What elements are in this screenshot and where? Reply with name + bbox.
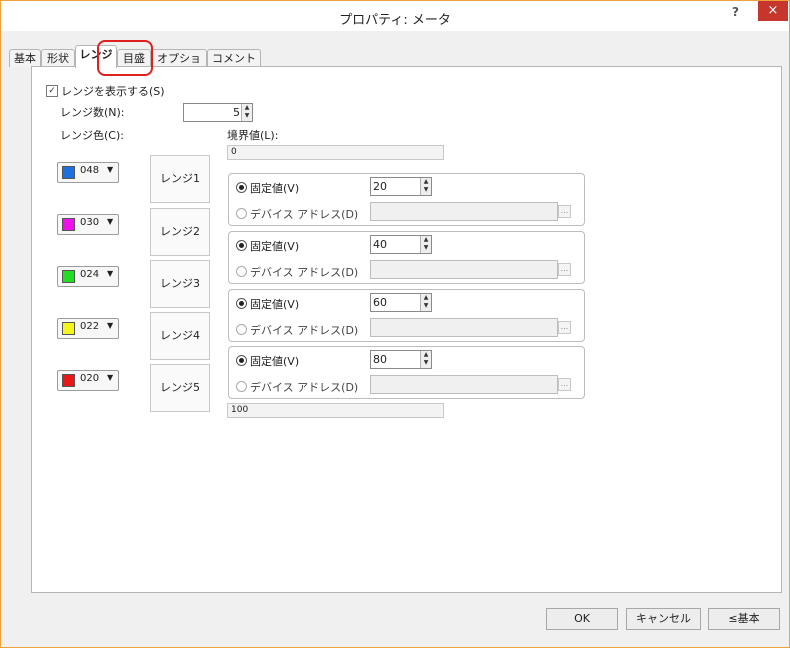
range3-color-code: 024 bbox=[80, 269, 100, 280]
close-button[interactable]: × bbox=[758, 1, 788, 21]
range4-fixed-stepper[interactable]: 80 ▲ ▼ bbox=[370, 350, 432, 369]
range5-color-code: 020 bbox=[80, 373, 100, 384]
range3-color-swatch bbox=[62, 270, 75, 283]
ok-button[interactable]: OK bbox=[546, 608, 618, 630]
spin-arrows-icon[interactable]: ▲ ▼ bbox=[241, 104, 252, 121]
range1-device-label: デバイス アドレス(D) bbox=[250, 208, 359, 221]
boundary-last-field: 100 bbox=[227, 403, 444, 418]
range4-color-code: 022 bbox=[80, 321, 100, 332]
range1-value-group: 固定値(V) 20 ▲ ▼ デバイス アドレス(D) ... bbox=[228, 173, 585, 226]
range2-fixed-stepper[interactable]: 40 ▲ ▼ bbox=[370, 235, 432, 254]
tab-basic[interactable]: 基本 bbox=[9, 49, 41, 67]
chevron-down-icon: ▼ bbox=[107, 321, 114, 330]
range2-value-group: 固定値(V) 40 ▲ ▼ デバイス アドレス(D) ... bbox=[228, 231, 585, 284]
range5-color-dropdown[interactable]: 020 ▼ bbox=[57, 370, 119, 391]
range3-fixed-value: 60 bbox=[373, 296, 387, 309]
range3-device-label: デバイス アドレス(D) bbox=[250, 324, 359, 337]
range2-device-address-field[interactable] bbox=[370, 260, 558, 279]
cancel-button[interactable]: キャンセル bbox=[626, 608, 701, 630]
range4-fixed-radio[interactable] bbox=[236, 355, 247, 366]
range2-fixed-label: 固定値(V) bbox=[250, 240, 300, 253]
range-count-stepper[interactable]: 5 ▲ ▼ bbox=[183, 103, 253, 122]
range3-fixed-stepper[interactable]: 60 ▲ ▼ bbox=[370, 293, 432, 312]
range5-color-swatch bbox=[62, 374, 75, 387]
range1-color-code: 048 bbox=[80, 165, 100, 176]
chevron-down-icon: ▼ bbox=[107, 373, 114, 382]
range3-fixed-radio[interactable] bbox=[236, 298, 247, 309]
tab-shape[interactable]: 形状 bbox=[41, 49, 75, 67]
range4-device-label: デバイス アドレス(D) bbox=[250, 381, 359, 394]
boundary-header: 境界値(L): bbox=[227, 129, 279, 142]
range2-color-swatch bbox=[62, 218, 75, 231]
range-count-value: 5 bbox=[233, 106, 240, 119]
boundary-first-field: 0 bbox=[227, 145, 444, 160]
range4-value-group: 固定値(V) 80 ▲ ▼ デバイス アドレス(D) ... bbox=[228, 346, 585, 399]
dialog-client: 基本 形状 レンジ 目盛 オプション コメント ✓ レンジを表示する(S) レン… bbox=[1, 31, 789, 647]
spin-arrows-icon[interactable]: ▲ ▼ bbox=[420, 236, 431, 253]
chevron-down-icon: ▼ bbox=[107, 165, 114, 174]
basic-button[interactable]: ≤基本 bbox=[708, 608, 780, 630]
range4-device-address-field[interactable] bbox=[370, 375, 558, 394]
show-range-checkbox[interactable]: ✓ bbox=[46, 85, 58, 97]
window-title: プロパティ: メータ bbox=[339, 13, 451, 28]
range1-color-dropdown[interactable]: 048 ▼ bbox=[57, 162, 119, 183]
title-bar: プロパティ: メータ ? × bbox=[1, 1, 789, 31]
range-color-header: レンジ色(C): bbox=[60, 129, 124, 142]
range3-device-radio[interactable] bbox=[236, 324, 247, 335]
range1-fixed-value: 20 bbox=[373, 180, 387, 193]
spin-arrows-icon[interactable]: ▲ ▼ bbox=[420, 294, 431, 311]
range3-label-box: レンジ3 bbox=[150, 260, 210, 308]
range2-label-box: レンジ2 bbox=[150, 208, 210, 256]
chevron-down-icon: ▼ bbox=[107, 217, 114, 226]
range3-browse-button[interactable]: ... bbox=[558, 321, 571, 334]
range3-fixed-label: 固定値(V) bbox=[250, 298, 300, 311]
help-button[interactable]: ? bbox=[732, 5, 739, 19]
range1-color-swatch bbox=[62, 166, 75, 179]
range1-fixed-label: 固定値(V) bbox=[250, 182, 300, 195]
range2-color-code: 030 bbox=[80, 217, 100, 228]
range2-color-dropdown[interactable]: 030 ▼ bbox=[57, 214, 119, 235]
range3-device-address-field[interactable] bbox=[370, 318, 558, 337]
range2-device-radio[interactable] bbox=[236, 266, 247, 277]
tab-highlight-marker bbox=[97, 40, 153, 76]
range4-browse-button[interactable]: ... bbox=[558, 378, 571, 391]
show-range-label: レンジを表示する(S) bbox=[61, 85, 165, 98]
range2-device-label: デバイス アドレス(D) bbox=[250, 266, 359, 279]
range1-device-radio[interactable] bbox=[236, 208, 247, 219]
range3-value-group: 固定値(V) 60 ▲ ▼ デバイス アドレス(D) ... bbox=[228, 289, 585, 342]
spin-arrows-icon[interactable]: ▲ ▼ bbox=[420, 178, 431, 195]
properties-dialog: プロパティ: メータ ? × 基本 形状 レンジ 目盛 オプション コメント ✓… bbox=[0, 0, 790, 648]
range2-fixed-radio[interactable] bbox=[236, 240, 247, 251]
range2-fixed-value: 40 bbox=[373, 238, 387, 251]
chevron-down-icon: ▼ bbox=[107, 269, 114, 278]
range4-color-swatch bbox=[62, 322, 75, 335]
range4-label-box: レンジ4 bbox=[150, 312, 210, 360]
range2-browse-button[interactable]: ... bbox=[558, 263, 571, 276]
range4-color-dropdown[interactable]: 022 ▼ bbox=[57, 318, 119, 339]
spin-arrows-icon[interactable]: ▲ ▼ bbox=[420, 351, 431, 368]
range3-color-dropdown[interactable]: 024 ▼ bbox=[57, 266, 119, 287]
range-count-label: レンジ数(N): bbox=[60, 106, 125, 119]
range1-label-box: レンジ1 bbox=[150, 155, 210, 203]
range5-label-box: レンジ5 bbox=[150, 364, 210, 412]
range4-fixed-value: 80 bbox=[373, 353, 387, 366]
range1-fixed-radio[interactable] bbox=[236, 182, 247, 193]
tab-options[interactable]: オプション bbox=[151, 49, 207, 82]
range4-device-radio[interactable] bbox=[236, 381, 247, 392]
range1-browse-button[interactable]: ... bbox=[558, 205, 571, 218]
range4-fixed-label: 固定値(V) bbox=[250, 355, 300, 368]
range-tab-panel: ✓ レンジを表示する(S) レンジ数(N): 5 ▲ ▼ レンジ色(C): 境界値… bbox=[31, 66, 782, 593]
range1-device-address-field[interactable] bbox=[370, 202, 558, 221]
range1-fixed-stepper[interactable]: 20 ▲ ▼ bbox=[370, 177, 432, 196]
tab-comment[interactable]: コメント bbox=[207, 49, 261, 67]
